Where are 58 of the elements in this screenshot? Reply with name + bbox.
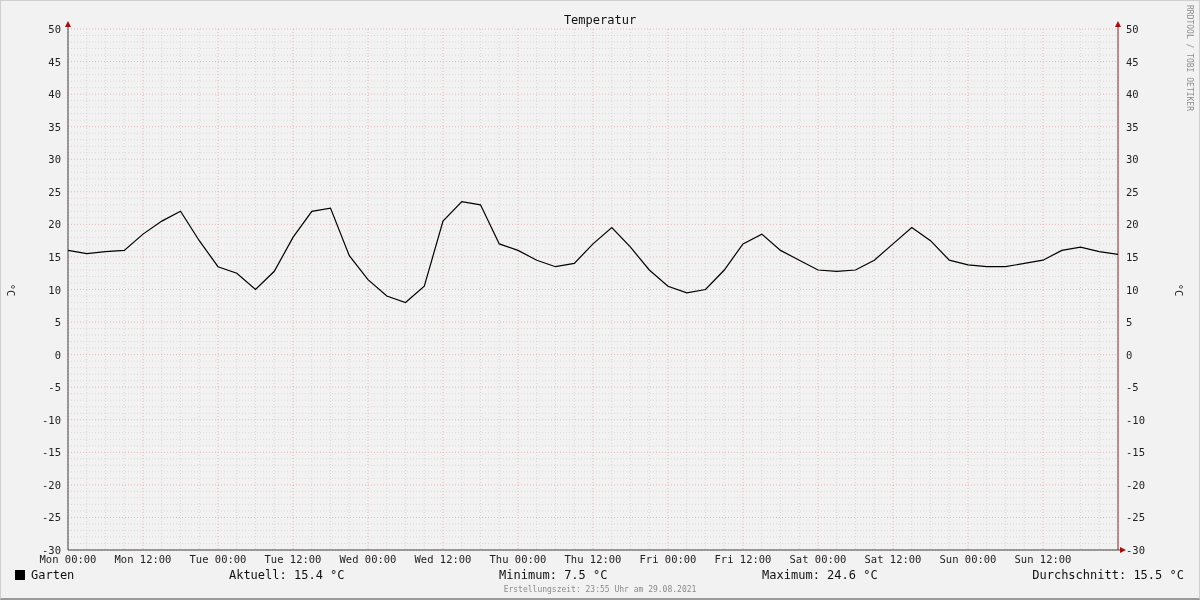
y-tick-label: 50 xyxy=(1126,23,1139,35)
credit-text: RRDTOOL / TOBI OETIKER xyxy=(1185,5,1194,111)
y-tick-label: 45 xyxy=(48,55,61,68)
y-tick-label: 35 xyxy=(1126,120,1139,133)
y-tick-label: -20 xyxy=(42,478,61,491)
x-tick-label: Tue 12:00 xyxy=(264,553,322,565)
y-tick-label: 0 xyxy=(54,348,61,361)
x-tick-label: Mon 00:00 xyxy=(39,553,97,565)
y-tick-label: 10 xyxy=(1126,283,1139,296)
y-axis-label: °C xyxy=(5,283,17,297)
y-tick-label: 0 xyxy=(1126,348,1133,361)
creation-time-text: Erstellungszeit: 23:55 Uhr am 29.08.2021 xyxy=(503,585,697,594)
y-tick-label: -25 xyxy=(1126,511,1145,524)
x-tick-label: Sat 12:00 xyxy=(864,553,922,565)
y-tick-label: 25 xyxy=(1126,185,1139,198)
y-tick-label: -15 xyxy=(42,446,61,459)
y-tick-label: 10 xyxy=(48,283,61,296)
y-tick-label: 40 xyxy=(1126,88,1139,101)
x-tick-label: Thu 00:00 xyxy=(489,553,547,565)
legend-label: Garten xyxy=(31,568,75,582)
y-tick-label: -10 xyxy=(42,413,61,426)
y-tick-label: 5 xyxy=(54,316,61,329)
legend-stat: Durchschnitt: 15.5 °C xyxy=(1032,568,1184,582)
y-axis-label: °C xyxy=(1173,283,1185,297)
y-tick-label: 20 xyxy=(1126,218,1139,231)
y-tick-label: -30 xyxy=(42,544,61,556)
y-tick-label: -5 xyxy=(48,381,61,394)
y-tick-label: 30 xyxy=(1126,153,1139,166)
y-tick-label: 15 xyxy=(1126,250,1139,263)
x-tick-label: Fri 12:00 xyxy=(714,553,772,565)
legend-stat: Minimum: 7.5 °C xyxy=(499,568,608,582)
chart-title: Temperatur xyxy=(563,13,637,27)
y-tick-label: 35 xyxy=(48,120,61,133)
x-tick-label: Tue 00:00 xyxy=(189,553,247,565)
y-tick-label: -30 xyxy=(1126,544,1145,556)
y-tick-label: 5 xyxy=(1126,316,1133,329)
x-tick-label: Wed 12:00 xyxy=(414,553,472,565)
x-tick-label: Mon 12:00 xyxy=(114,553,172,565)
y-tick-label: 50 xyxy=(48,23,61,35)
y-tick-label: -10 xyxy=(1126,413,1145,426)
x-tick-label: Sun 12:00 xyxy=(1014,553,1072,565)
x-tick-label: Wed 00:00 xyxy=(339,553,397,565)
x-tick-label: Fri 00:00 xyxy=(639,553,697,565)
legend-stat: Maximum: 24.6 °C xyxy=(762,568,878,582)
y-tick-label: -25 xyxy=(42,511,61,524)
y-tick-label: 30 xyxy=(48,153,61,166)
y-tick-label: 20 xyxy=(48,218,61,231)
y-tick-label: -15 xyxy=(1126,446,1145,459)
y-tick-label: 40 xyxy=(48,88,61,101)
x-tick-label: Sun 00:00 xyxy=(939,553,997,565)
y-tick-label: -5 xyxy=(1126,381,1139,394)
legend-stat: Aktuell: 15.4 °C xyxy=(228,568,345,582)
y-tick-label: 15 xyxy=(48,250,61,263)
x-tick-label: Sat 00:00 xyxy=(789,553,847,565)
y-tick-label: 25 xyxy=(48,185,61,198)
y-tick-label: 45 xyxy=(1126,55,1139,68)
x-tick-label: Thu 12:00 xyxy=(564,553,622,565)
y-tick-label: -20 xyxy=(1126,478,1145,491)
